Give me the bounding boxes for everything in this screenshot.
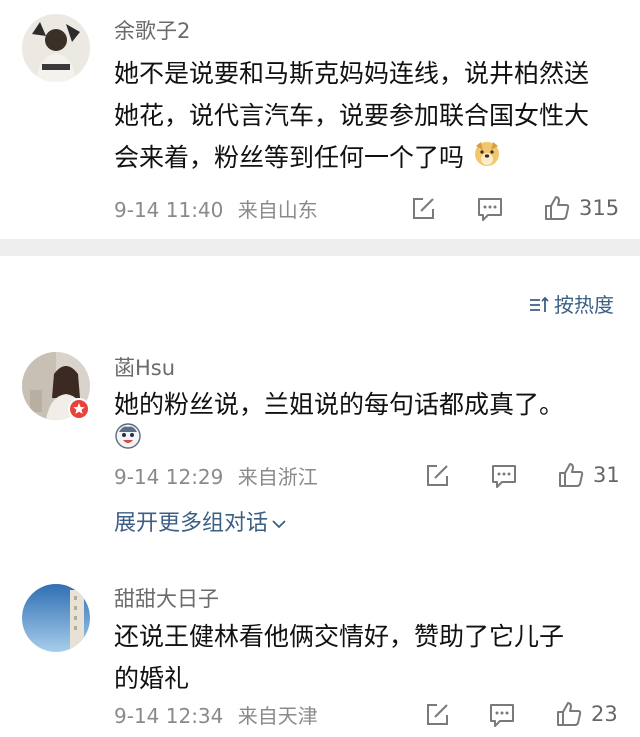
sort-label: 按热度 [554, 293, 614, 317]
doge-emoji [472, 138, 502, 181]
sort-icon [530, 296, 549, 312]
comment-text-line: 会来着，粉丝等到任何一个了吗 [114, 137, 634, 181]
share-icon [427, 465, 448, 486]
comment-button[interactable] [490, 463, 518, 489]
comment-text-line: 她的粉丝说，兰姐说的每句话都成真了。 [114, 390, 565, 419]
thumbs-up-icon [559, 463, 584, 487]
like-button[interactable]: 315 [543, 194, 619, 222]
comment-icon [478, 198, 502, 221]
like-button[interactable]: 31 [557, 461, 620, 489]
avatar[interactable] [22, 584, 90, 652]
like-button[interactable]: 23 [555, 700, 618, 728]
comment-text: 她不是说要和马斯克妈妈连线，说井柏然送 她花，说代言汽车，说要参加联合国女性大 … [114, 53, 634, 181]
share-button[interactable] [424, 702, 450, 728]
comment-text-line: 的婚礼 [114, 664, 190, 693]
comment-text: 还说王健林看他俩交情好，赞助了它儿子 的婚礼 [114, 616, 634, 700]
like-count: 23 [591, 702, 618, 726]
comment-location: 来自天津 [237, 704, 318, 728]
thumbs-up-icon [545, 196, 570, 220]
share-button[interactable] [410, 196, 436, 222]
comment-icon [490, 704, 514, 727]
section-divider [0, 239, 640, 256]
comment-text-segment: 会来着，粉丝等到任何一个了吗 [114, 143, 465, 172]
comment-item: 余歌子2 她不是说要和马斯克妈妈连线，说井柏然送 她花，说代言汽车，说要参加联合… [0, 0, 640, 239]
thumbs-up-icon [557, 702, 582, 726]
comment-text: 她的粉丝说，兰姐说的每句话都成真了。 [114, 384, 634, 426]
comment-item: 菡Hsu 她的粉丝说，兰姐说的每句话都成真了。 9-14 12:29 来自浙江 [0, 340, 640, 540]
comment-date: 9-14 12:29 [114, 465, 224, 489]
chevron-down-icon [272, 520, 286, 529]
funny-face-emoji [114, 422, 142, 454]
verified-badge-icon [68, 398, 90, 420]
comment-icon [492, 465, 516, 488]
comment-text-line: 她花，说代言汽车，说要参加联合国女性大 [114, 101, 590, 130]
comment-text-line: 还说王健林看他俩交情好，赞助了它儿子 [114, 622, 565, 651]
share-icon [427, 704, 448, 725]
comment-text-line: 她不是说要和马斯克妈妈连线，说井柏然送 [114, 59, 590, 88]
comment-meta: 9-14 12:34 来自天津 [114, 703, 318, 729]
comment-button[interactable] [476, 196, 504, 222]
comment-username[interactable]: 菡Hsu [114, 355, 175, 381]
comment-button[interactable] [488, 702, 516, 728]
sort-by-hot-button[interactable]: 按热度 [528, 292, 614, 318]
comment-username[interactable]: 甜甜大日子 [114, 586, 219, 612]
comment-username[interactable]: 余歌子2 [114, 18, 190, 44]
comment-location: 来自山东 [237, 198, 318, 222]
avatar[interactable] [22, 14, 90, 82]
share-button[interactable] [424, 463, 450, 489]
like-count: 315 [579, 196, 620, 220]
expand-more-conversations-link[interactable]: 展开更多组对话 [114, 509, 287, 539]
like-count: 31 [593, 463, 620, 487]
comment-meta: 9-14 12:29 来自浙江 [114, 464, 318, 490]
comment-item: 甜甜大日子 还说王健林看他俩交情好，赞助了它儿子 的婚礼 9-14 12:34 … [0, 572, 640, 737]
comment-date: 9-14 11:40 [114, 198, 224, 222]
share-icon [413, 198, 434, 219]
comment-location: 来自浙江 [237, 465, 318, 489]
expand-label: 展开更多组对话 [114, 511, 269, 536]
comment-date: 9-14 12:34 [114, 704, 224, 728]
comment-meta: 9-14 11:40 来自山东 [114, 197, 318, 223]
